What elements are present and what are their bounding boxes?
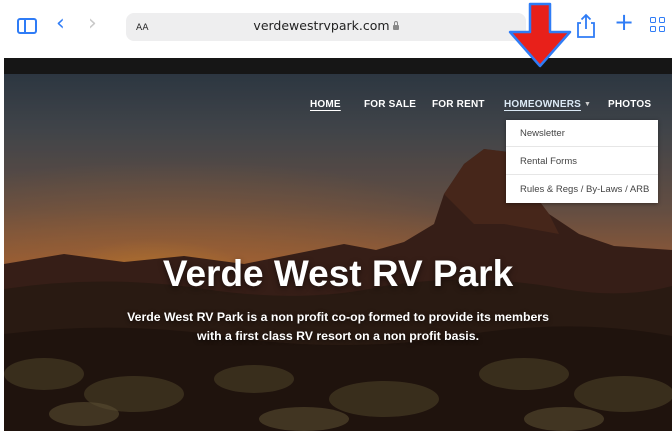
dropdown-item-rules-regs[interactable]: Rules & Regs / By-Laws / ARB (506, 176, 658, 203)
website-viewport: HOME FOR SALE FOR RENT HOMEOWNERS ▼ PHOTO… (4, 58, 672, 431)
forward-icon[interactable]: › (88, 12, 97, 36)
hero-title: Verde West RV Park (162, 253, 514, 294)
nav-home[interactable]: HOME (310, 99, 341, 115)
nav-for-rent[interactable]: FOR RENT (432, 99, 485, 115)
sidebar-icon[interactable] (17, 18, 37, 34)
url-label: verdewestrvpark.com (253, 18, 390, 33)
dropdown-item-rental-forms[interactable]: Rental Forms (506, 148, 658, 175)
share-icon[interactable] (574, 13, 598, 39)
dropdown-item-newsletter[interactable]: Newsletter (506, 120, 658, 147)
nav-photos[interactable]: PHOTOS (608, 99, 651, 115)
nav-homeowners-label: HOMEOWNERS (504, 99, 581, 110)
new-tab-plus-icon[interactable]: + (614, 8, 634, 36)
hero-section: HOME FOR SALE FOR RENT HOMEOWNERS ▼ PHOTO… (4, 74, 672, 431)
lock-icon (392, 21, 399, 30)
hero-subtitle: Verde West RV Park is a non profit co-op… (127, 310, 549, 343)
nav-for-sale[interactable]: FOR SALE (364, 99, 416, 115)
chevron-down-icon: ▼ (584, 101, 592, 108)
tabs-grid-icon[interactable] (650, 17, 668, 35)
nav-homeowners[interactable]: HOMEOWNERS ▼ (504, 99, 591, 115)
red-arrow-annotation (508, 2, 572, 68)
url-text[interactable]: verdewestrvpark.com (126, 18, 526, 33)
back-icon[interactable]: ‹ (56, 12, 65, 36)
address-bar[interactable]: AA verdewestrvpark.com (126, 13, 526, 41)
homeowners-dropdown: Newsletter Rental Forms Rules & Regs / B… (506, 120, 658, 203)
